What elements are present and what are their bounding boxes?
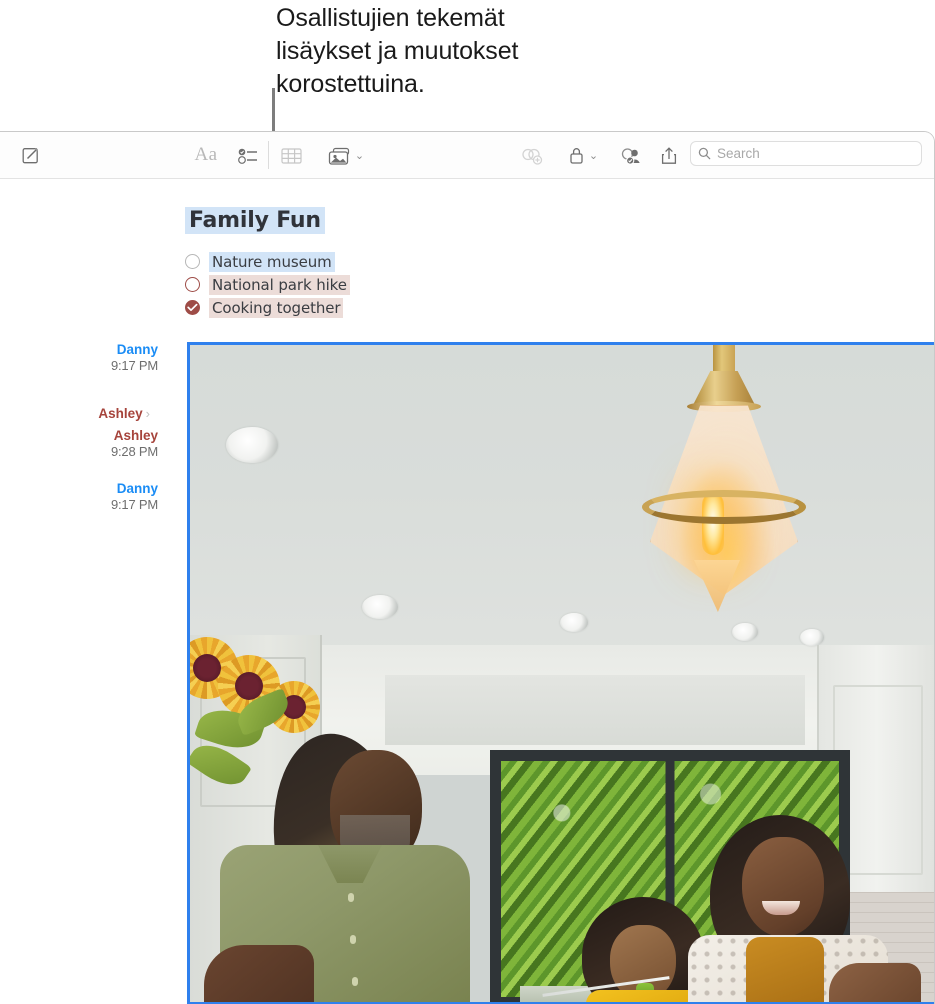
- chevron-right-icon[interactable]: ›: [146, 407, 150, 421]
- author-stamp[interactable]: Danny 9:17 PM: [38, 481, 158, 513]
- pendant-lamp-band: [642, 490, 806, 524]
- woman-head: [742, 837, 824, 937]
- author-stamp[interactable]: Ashley 9:28 PM: [38, 428, 158, 460]
- author-time: 9:28 PM: [110, 444, 158, 459]
- note-title[interactable]: Family Fun: [185, 207, 325, 234]
- checklist-item-label: Nature museum: [209, 251, 335, 272]
- soffit: [385, 675, 805, 745]
- chevron-down-icon: ⌄: [354, 149, 365, 162]
- lock-icon: [570, 148, 583, 164]
- recessed-light: [226, 427, 278, 463]
- screenshot-root: Osallistujien tekemät lisäykset ja muuto…: [0, 0, 935, 1004]
- link-icon[interactable]: [518, 141, 546, 171]
- checklist-item-label: Cooking together: [209, 297, 344, 318]
- media-icon: [328, 147, 349, 165]
- checklist-item[interactable]: Cooking together: [185, 296, 350, 319]
- add-collaborator-icon[interactable]: [618, 141, 646, 171]
- author-time: 9:17 PM: [110, 358, 158, 373]
- media-button[interactable]: ⌄: [324, 141, 368, 171]
- woman-arm: [829, 963, 921, 1002]
- checkbox-unchecked-icon[interactable]: [185, 254, 200, 269]
- recessed-light: [560, 613, 588, 632]
- shirt-button: [350, 935, 356, 944]
- note-attachment-image[interactable]: [187, 342, 934, 1004]
- child-shirt: [586, 990, 704, 1002]
- format-text-label: Aa: [194, 144, 218, 165]
- callout-annotation-text: Osallistujien tekemät lisäykset ja muuto…: [276, 4, 519, 98]
- lock-button[interactable]: ⌄: [562, 141, 604, 171]
- man-arm: [204, 945, 314, 1002]
- recessed-light: [800, 629, 824, 646]
- author-stamp[interactable]: Danny 9:17 PM: [38, 342, 158, 374]
- woman-shirt: [746, 937, 824, 1002]
- search-placeholder: Search: [717, 146, 760, 161]
- author-name: Danny: [116, 481, 158, 496]
- recessed-light: [362, 595, 398, 619]
- author-name: Danny: [116, 342, 158, 357]
- share-icon[interactable]: [656, 141, 682, 171]
- chevron-down-icon: ⌄: [588, 149, 599, 162]
- checkbox-unchecked-icon[interactable]: [185, 277, 200, 292]
- author-time: 9:17 PM: [110, 497, 158, 512]
- checklist: Nature museum National park hike Cooking…: [185, 250, 350, 319]
- checkbox-checked-icon[interactable]: [185, 300, 200, 315]
- author-name: Ashley: [113, 428, 158, 443]
- shirt-button: [348, 893, 354, 902]
- notes-window: Aa ⌄ ⌄ Danny 9:17 PM Ashley › Ashley 9:2…: [0, 131, 935, 1004]
- checklist-icon[interactable]: [236, 141, 262, 171]
- format-text-button[interactable]: Aa: [192, 140, 220, 170]
- checklist-item-label: National park hike: [209, 274, 350, 295]
- author-name: Ashley: [98, 406, 143, 421]
- author-stamp[interactable]: Ashley ›: [30, 406, 150, 422]
- author-gutter: Danny 9:17 PM Ashley › Ashley 9:28 PM Da…: [0, 179, 180, 1004]
- search-icon: [698, 147, 711, 160]
- checklist-item[interactable]: National park hike: [185, 273, 350, 296]
- checklist-item[interactable]: Nature museum: [185, 250, 350, 273]
- search-field[interactable]: Search: [690, 141, 922, 166]
- recessed-light: [732, 623, 758, 641]
- table-icon[interactable]: [278, 141, 304, 171]
- compose-note-icon[interactable]: [18, 141, 44, 171]
- shirt-button: [352, 977, 358, 986]
- family-cooking-photo: [190, 345, 934, 1002]
- toolbar-divider-1: [268, 141, 269, 169]
